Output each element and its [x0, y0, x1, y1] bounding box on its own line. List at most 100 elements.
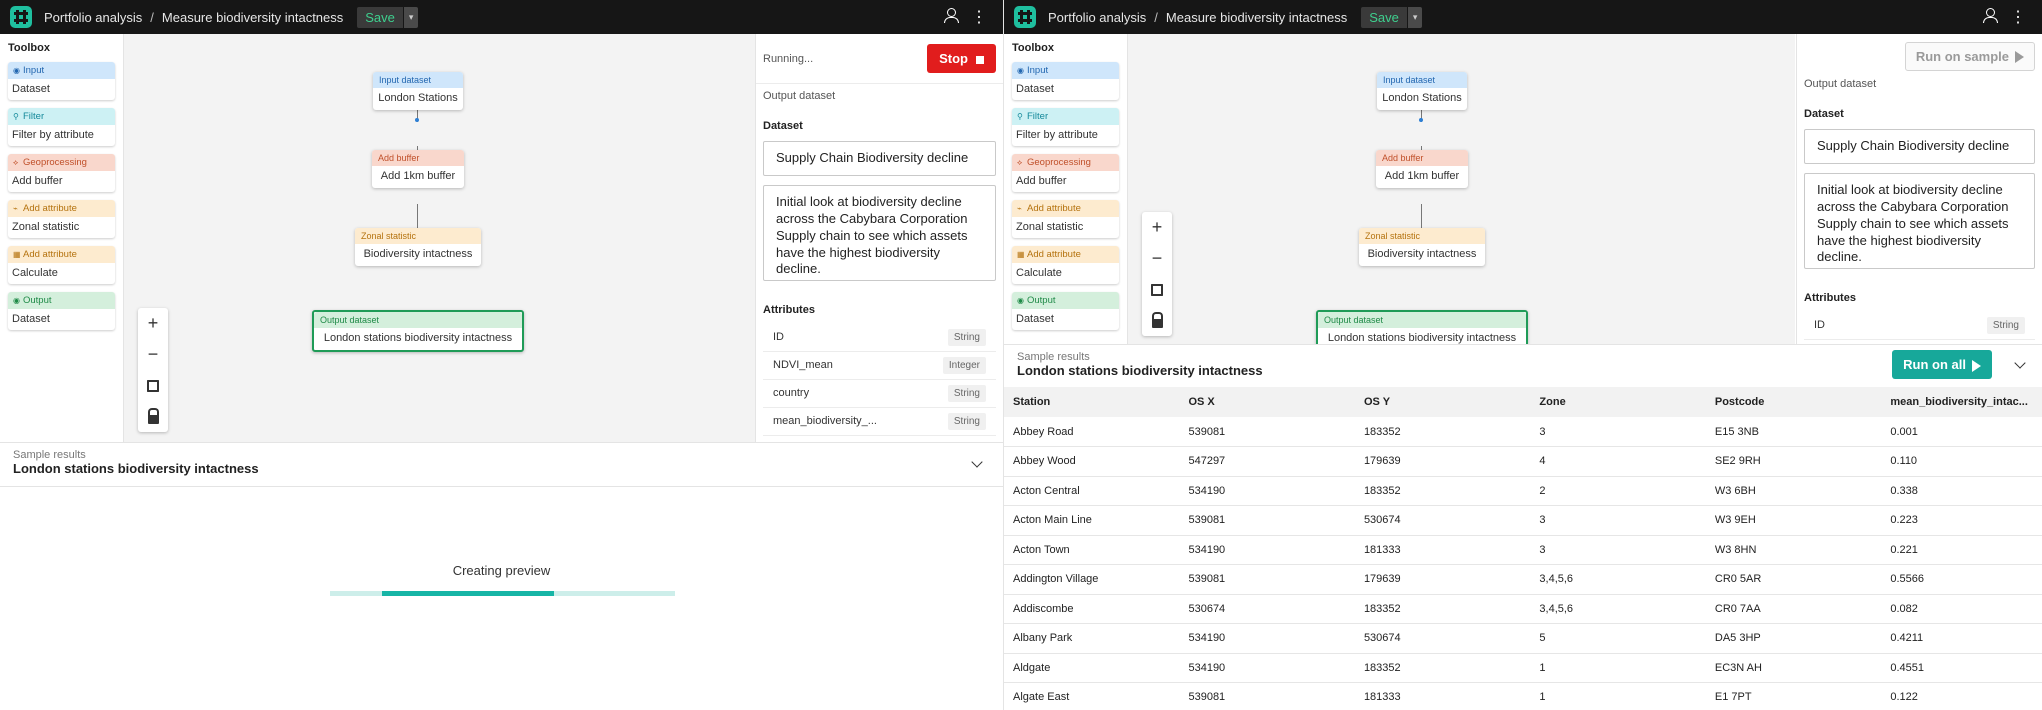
- app-logo[interactable]: [1014, 6, 1036, 28]
- save-dropdown-caret[interactable]: ▾: [1407, 6, 1423, 28]
- table-cell: 0.338: [1881, 476, 2042, 506]
- column-header[interactable]: OS Y: [1354, 387, 1531, 417]
- table-cell: Algate East: [1004, 682, 1180, 710]
- table-cell: 530674: [1179, 594, 1355, 624]
- node-output-dataset[interactable]: Output dataset London stations biodiversi…: [1316, 310, 1528, 344]
- node-zonal-statistic[interactable]: Zonal statistic Biodiversity intactness: [355, 228, 481, 266]
- node-add-buffer[interactable]: Add buffer Add 1km buffer: [372, 150, 464, 188]
- attribute-name: mean_biodiversity_...: [773, 415, 877, 428]
- toolbox-item-output-dataset[interactable]: ◉ Output Dataset: [1012, 292, 1119, 330]
- stop-button[interactable]: Stop: [927, 44, 996, 73]
- tool-tag: Input: [23, 65, 45, 76]
- workflow-canvas[interactable]: Input dataset London Stations Add buffer A…: [1128, 34, 1795, 344]
- table-row[interactable]: Addiscombe 530674 183352 3,4,5,6 CR0 7AA 0.08…: [1004, 594, 2042, 624]
- attribute-type[interactable]: String: [947, 412, 986, 430]
- node-tag: Input dataset: [373, 72, 463, 88]
- zoom-out-button[interactable]: −: [1142, 243, 1172, 274]
- breadcrumb-project[interactable]: Portfolio analysis: [44, 10, 142, 25]
- description-field[interactable]: Initial look at biodiversity decline acr…: [1804, 172, 2035, 269]
- toolbox-item-filter[interactable]: ⚲ Filter Filter by attribute: [8, 108, 115, 146]
- breadcrumb-project[interactable]: Portfolio analysis: [1048, 10, 1146, 25]
- node-output-dataset[interactable]: Output dataset London stations biodiversi…: [312, 310, 524, 352]
- toolbox-item-input-dataset[interactable]: ◉ Input Dataset: [8, 62, 115, 100]
- attribute-type[interactable]: String: [947, 328, 986, 346]
- node-input-dataset[interactable]: Input dataset London Stations: [1377, 72, 1467, 110]
- toolbox-item-output-dataset[interactable]: ◉ Output Dataset: [8, 292, 115, 330]
- toolbox-item-filter[interactable]: ⚲ Filter Filter by attribute: [1012, 108, 1119, 146]
- run-on-all-button[interactable]: Run on all: [1892, 350, 1992, 379]
- table-row[interactable]: Abbey Road 539081 183352 3 E15 3NB 0.001: [1004, 417, 2042, 447]
- attribute-type[interactable]: String: [947, 384, 986, 402]
- toolbox-item-calculate[interactable]: ▦ Add attribute Calculate: [8, 246, 115, 284]
- node-add-buffer[interactable]: Add buffer Add 1km buffer: [1376, 150, 1468, 188]
- table-cell: CR0 7AA: [1705, 594, 1882, 624]
- calculator-icon: ▦: [1017, 250, 1025, 259]
- column-header[interactable]: mean_biodiversity_intac...: [1881, 387, 2042, 417]
- table-row[interactable]: Acton Main Line 539081 530674 3 W3 9EH 0.223: [1004, 505, 2042, 536]
- table-cell: 4: [1530, 446, 1706, 477]
- table-row[interactable]: Albany Park 534190 530674 5 DA5 3HP 0.4211: [1004, 623, 2042, 654]
- dataset-name-field[interactable]: Supply Chain Biodiversity decline: [763, 141, 996, 176]
- table-cell: W3 6BH: [1705, 476, 1882, 506]
- more-menu-icon[interactable]: ⋮: [2004, 7, 2032, 27]
- table-row[interactable]: Abbey Wood 547297 179639 4 SE2 9RH 0.110: [1004, 446, 2042, 477]
- table-row[interactable]: Aldgate 534190 183352 1 EC3N AH 0.4551: [1004, 653, 2042, 683]
- tool-name: Filter by attribute: [12, 129, 94, 141]
- fit-view-button[interactable]: [1142, 274, 1172, 305]
- play-icon: [1972, 359, 1981, 372]
- table-cell: 539081: [1179, 417, 1355, 447]
- tool-tag: Add attribute: [23, 203, 77, 214]
- table-row[interactable]: Addington Village 539081 179639 3,4,5,6 CR0 …: [1004, 564, 2042, 595]
- save-button[interactable]: Save: [357, 6, 403, 28]
- column-header[interactable]: Station: [1004, 387, 1180, 417]
- node-name: Biodiversity intactness: [363, 248, 473, 260]
- globe-icon: ◉: [13, 66, 20, 75]
- toolbox-title: Toolbox: [8, 42, 50, 54]
- more-menu-icon[interactable]: ⋮: [965, 7, 993, 27]
- dataset-name-field[interactable]: Supply Chain Biodiversity decline: [1804, 129, 2035, 164]
- attribute-row: ID String: [1804, 312, 2035, 340]
- node-zonal-statistic[interactable]: Zonal statistic Biodiversity intactness: [1359, 228, 1485, 266]
- tool-name: Filter by attribute: [1016, 129, 1098, 141]
- toolbox-item-input-dataset[interactable]: ◉ Input Dataset: [1012, 62, 1119, 100]
- description-field[interactable]: Initial look at biodiversity decline acr…: [763, 184, 996, 281]
- lock-button[interactable]: [138, 401, 168, 432]
- zoom-out-button[interactable]: −: [138, 339, 168, 370]
- table-row[interactable]: Acton Central 534190 183352 2 W3 6BH 0.338: [1004, 476, 2042, 506]
- toolbox-item-calculate[interactable]: ▦ Add attribute Calculate: [1012, 246, 1119, 284]
- table-cell: 0.110: [1881, 446, 2042, 477]
- user-icon[interactable]: [937, 7, 965, 27]
- column-header[interactable]: OS X: [1179, 387, 1355, 417]
- column-header[interactable]: Postcode: [1705, 387, 1882, 417]
- table-cell: 534190: [1179, 535, 1355, 565]
- zoom-in-button[interactable]: +: [1142, 212, 1172, 243]
- table-cell: 1: [1530, 682, 1706, 710]
- table-cell: 0.4551: [1881, 653, 2042, 683]
- save-dropdown-caret[interactable]: ▾: [403, 6, 419, 28]
- attribute-row: ID String: [763, 324, 996, 352]
- table-cell: 5: [1530, 623, 1706, 654]
- fit-view-button[interactable]: [138, 370, 168, 401]
- attribute-type[interactable]: Integer: [942, 356, 986, 374]
- attributes-label: Attributes: [763, 303, 815, 316]
- table-cell: 179639: [1354, 446, 1531, 477]
- table-cell: Acton Town: [1004, 535, 1180, 565]
- app-logo[interactable]: [10, 6, 32, 28]
- column-header[interactable]: Zone: [1530, 387, 1706, 417]
- toolbox-item-zonal-statistic[interactable]: ⌁ Add attribute Zonal statistic: [1012, 200, 1119, 238]
- save-button[interactable]: Save: [1361, 6, 1407, 28]
- node-input-dataset[interactable]: Input dataset London Stations: [373, 72, 463, 110]
- attribute-type[interactable]: String: [1986, 316, 2025, 334]
- toolbox-item-add-buffer[interactable]: ⟡ Geoprocessing Add buffer: [8, 154, 115, 192]
- lock-button[interactable]: [1142, 305, 1172, 336]
- dataset-label: Dataset: [1804, 108, 1844, 120]
- run-on-sample-label: Run on sample: [1915, 48, 2009, 64]
- zoom-in-button[interactable]: +: [138, 308, 168, 339]
- run-on-sample-button[interactable]: Run on sample: [1904, 41, 2035, 71]
- toolbox-item-add-buffer[interactable]: ⟡ Geoprocessing Add buffer: [1012, 154, 1119, 192]
- toolbox-item-zonal-statistic[interactable]: ⌁ Add attribute Zonal statistic: [8, 200, 115, 238]
- user-icon[interactable]: [1976, 7, 2004, 27]
- table-cell: Addiscombe: [1004, 594, 1180, 624]
- table-row[interactable]: Acton Town 534190 181333 3 W3 8HN 0.221: [1004, 535, 2042, 565]
- table-row[interactable]: Algate East 539081 181333 1 E1 7PT 0.122: [1004, 682, 2042, 710]
